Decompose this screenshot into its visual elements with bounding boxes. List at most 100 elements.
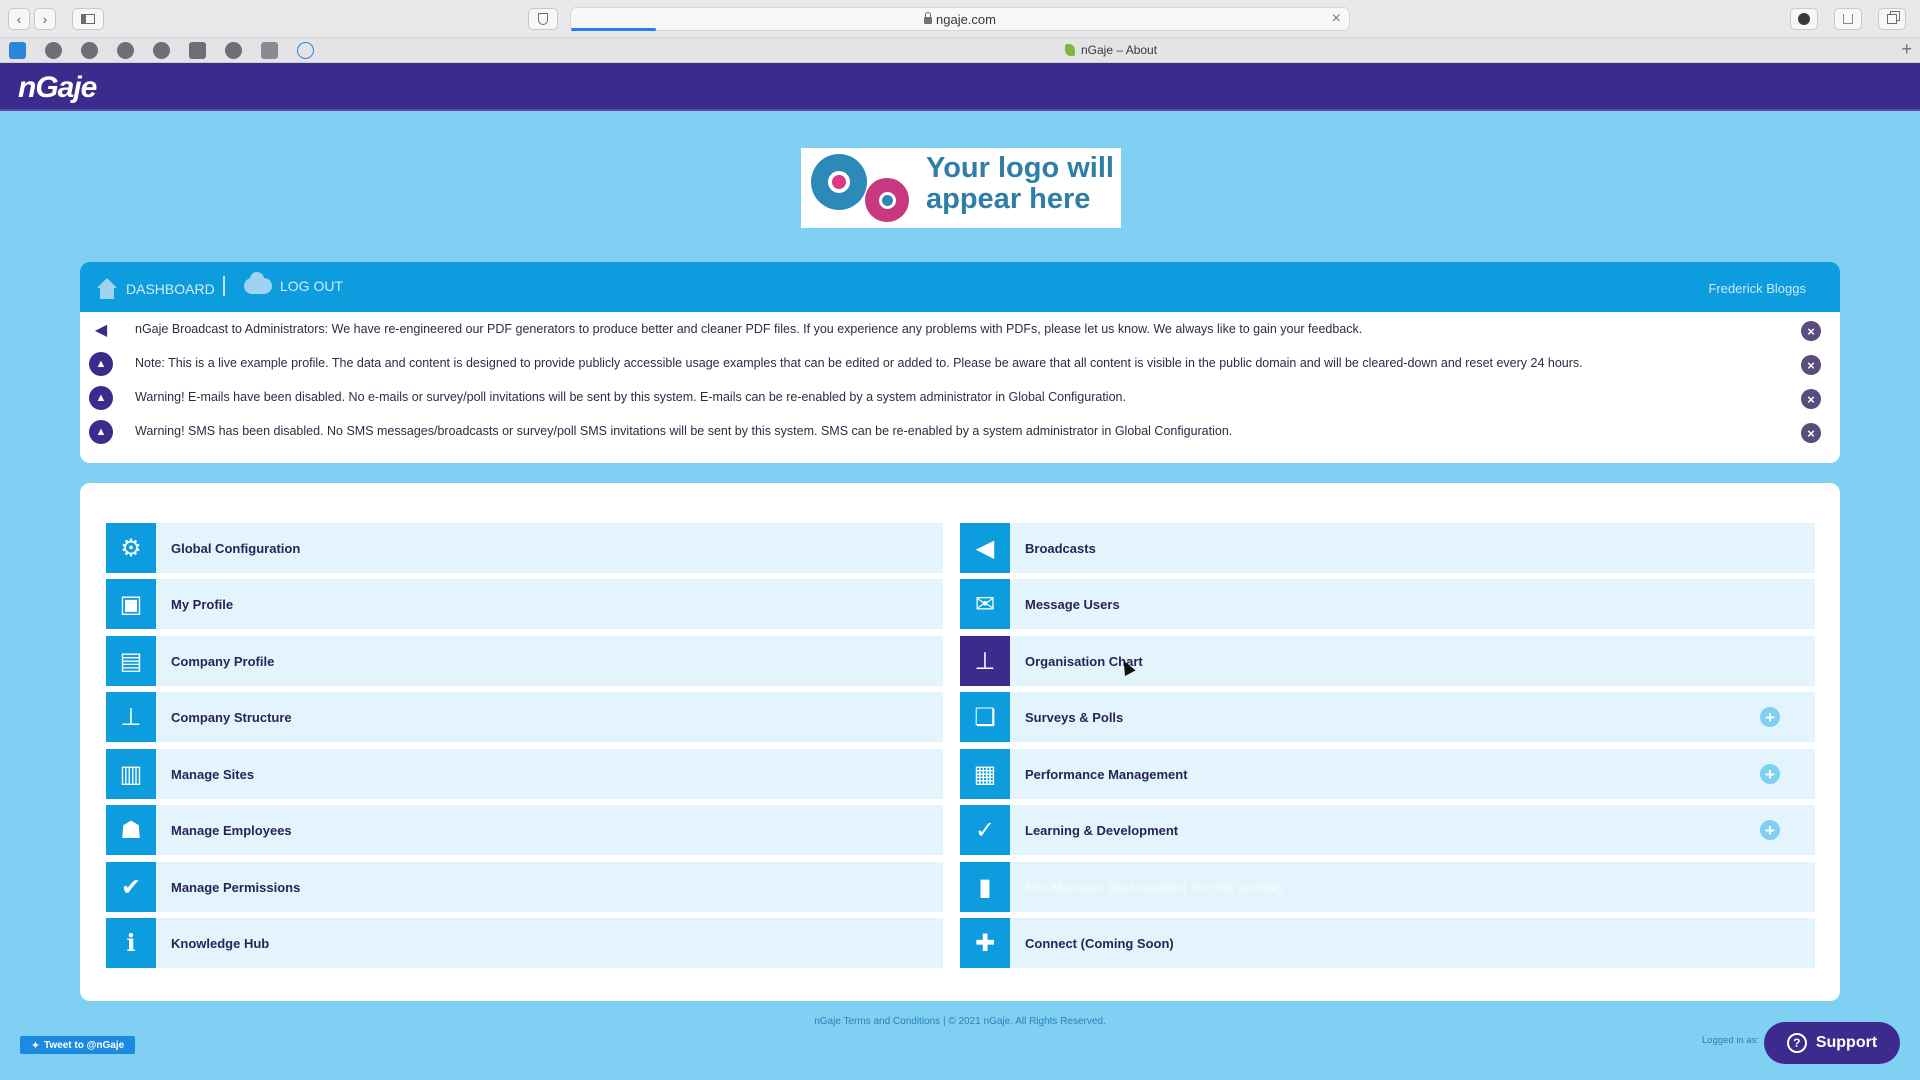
menu-item-label: Manage Permissions (171, 880, 301, 895)
active-tab[interactable]: nGaje – About (1065, 43, 1157, 57)
menu-item-my-profile[interactable]: ▣ My Profile (106, 579, 943, 629)
dismiss-alert-button[interactable]: × (1801, 321, 1821, 341)
menu-item-label: File Manager (Not enabled for this profi… (1025, 880, 1283, 895)
menu-item-manage-permissions[interactable]: ✔ Manage Permissions (106, 862, 943, 912)
brand-logo[interactable]: nGaje (18, 71, 97, 105)
support-button[interactable]: ? Support (1764, 1022, 1900, 1064)
support-label: Support (1815, 1034, 1878, 1051)
user-name[interactable]: Frederick Bloggs (1708, 281, 1806, 296)
logout-link[interactable]: LOG OUT (244, 272, 344, 294)
clipboard-check-icon: ✓ (960, 805, 1010, 855)
menu-item-company-structure[interactable]: ⊥ Company Structure (106, 692, 943, 742)
cloud-icon (244, 272, 272, 294)
shield-icon (538, 13, 548, 25)
menu-item-broadcasts[interactable]: ◀ Broadcasts (960, 523, 1815, 573)
alert-text: Warning! E-mails have been disabled. No … (135, 390, 1126, 404)
menu-item-label: Connect (Coming Soon) (1025, 936, 1174, 951)
home-icon (96, 278, 118, 300)
menu-item-label: Message Users (1025, 597, 1120, 612)
file-cabinet-icon: ▮ (960, 862, 1010, 912)
back-icon: ‹ (16, 11, 22, 27)
tweet-label: Tweet to @nGaje (44, 1039, 125, 1051)
alert-text: Warning! SMS has been disabled. No SMS m… (135, 424, 1233, 438)
browser-toolbar: ‹ › ngaje.com × (0, 0, 1920, 38)
logo-line-2: appear here (926, 183, 1091, 215)
menu-item-surveys-polls[interactable]: ❏ Surveys & Polls + (960, 692, 1815, 742)
settings-gears-icon: ⚙ (106, 523, 156, 573)
bookmark-icon[interactable] (225, 42, 242, 59)
menu-item-knowledge-hub[interactable]: ℹ Knowledge Hub (106, 918, 943, 968)
expand-plus-icon[interactable]: + (1760, 764, 1780, 784)
dismiss-alert-button[interactable]: × (1801, 423, 1821, 443)
help-icon: ? (1786, 1033, 1807, 1053)
bookmark-icon[interactable] (261, 42, 278, 59)
logout-label: LOG OUT (280, 278, 344, 294)
megaphone-icon: ◀ (94, 322, 108, 339)
warning-icon: ▲ (89, 352, 113, 376)
bookmark-icon[interactable] (117, 42, 134, 59)
puzzle-icon: ✚ (960, 918, 1010, 968)
menu-item-manage-employees[interactable]: ☗ Manage Employees (106, 805, 943, 855)
menu-item-manage-sites[interactable]: ▥ Manage Sites (106, 749, 943, 799)
menu-item-label: My Profile (171, 597, 234, 612)
menu-item-label: Global Configuration (171, 541, 301, 556)
bookmark-icon[interactable] (81, 42, 98, 59)
menu-item-label: Manage Sites (171, 767, 255, 782)
new-tab-button[interactable]: + (1901, 39, 1912, 60)
share-button[interactable] (1834, 8, 1862, 30)
id-card-icon: ▣ (106, 579, 156, 629)
expand-plus-icon[interactable]: + (1760, 820, 1780, 840)
back-button[interactable]: ‹ (8, 8, 30, 30)
sidebar-icon (81, 14, 95, 24)
menu-item-organisation-chart[interactable]: ⊥ Organisation Chart (960, 636, 1815, 686)
stop-loading-icon[interactable]: × (1332, 10, 1341, 28)
forward-icon: › (42, 11, 48, 27)
sidebar-toggle-button[interactable] (72, 8, 104, 30)
dismiss-alert-button[interactable]: × (1801, 389, 1821, 409)
tabs-icon (1887, 14, 1897, 24)
envelope-icon: ✉ (960, 579, 1010, 629)
bookmark-icon[interactable] (189, 42, 206, 59)
tweet-button[interactable]: ✦ Tweet to @nGaje (20, 1036, 135, 1054)
menu-item-connect[interactable]: ✚ Connect (Coming Soon) (960, 918, 1815, 968)
company-logo: Your logo will appear here (801, 148, 1121, 228)
logo-placeholder-text: Your logo will appear here (926, 153, 1114, 215)
factory-icon: ▥ (106, 749, 156, 799)
growth-chart-icon: ▦ (960, 749, 1010, 799)
download-icon (1798, 13, 1810, 25)
bookmark-icon[interactable] (45, 42, 62, 59)
menu-item-company-profile[interactable]: ▤ Company Profile (106, 636, 943, 686)
menu-item-global-configuration[interactable]: ⚙ Global Configuration (106, 523, 943, 573)
info-icon: ℹ (106, 918, 156, 968)
org-chart-icon: ⊥ (960, 636, 1010, 686)
bookmarks-bar: nGaje – About + (0, 38, 1920, 63)
menu-item-learning-development[interactable]: ✓ Learning & Development + (960, 805, 1815, 855)
footer-links[interactable]: nGaje Terms and Conditions | © 2021 nGaj… (0, 1016, 1920, 1027)
bookmark-icon[interactable] (153, 42, 170, 59)
top-nav: DASHBOARD LOG OUT Frederick Bloggs (80, 262, 1840, 312)
share-icon (1843, 14, 1853, 24)
bookmark-icon[interactable] (9, 42, 26, 59)
menu-item-label: Learning & Development (1025, 823, 1179, 838)
privacy-shield-button[interactable] (528, 8, 558, 30)
megaphone-icon: ◀ (960, 523, 1010, 573)
expand-plus-icon[interactable]: + (1760, 707, 1780, 727)
downloads-button[interactable] (1790, 8, 1818, 30)
forward-button[interactable]: › (34, 8, 56, 30)
dashboard-link[interactable]: DASHBOARD (96, 278, 215, 300)
people-icon: ☗ (106, 805, 156, 855)
menu-item-performance-management[interactable]: ▦ Performance Management + (960, 749, 1815, 799)
tab-overview-button[interactable] (1878, 8, 1906, 30)
lock-icon (924, 11, 932, 24)
shield-check-icon: ✔ (106, 862, 156, 912)
menu-item-label: Knowledge Hub (171, 936, 270, 951)
app-header: nGaje (0, 63, 1920, 111)
address-bar[interactable]: ngaje.com × (570, 7, 1350, 31)
cloud-bookmark-icon[interactable] (297, 42, 314, 59)
briefcase-icon: ▤ (106, 636, 156, 686)
menu-item-message-users[interactable]: ✉ Message Users (960, 579, 1815, 629)
menu-item-label: Manage Employees (171, 823, 292, 838)
dismiss-alert-button[interactable]: × (1801, 355, 1821, 375)
alert-item: ▲ Warning! SMS has been disabled. No SMS… (80, 415, 1840, 449)
tab-title: nGaje – About (1081, 43, 1158, 57)
